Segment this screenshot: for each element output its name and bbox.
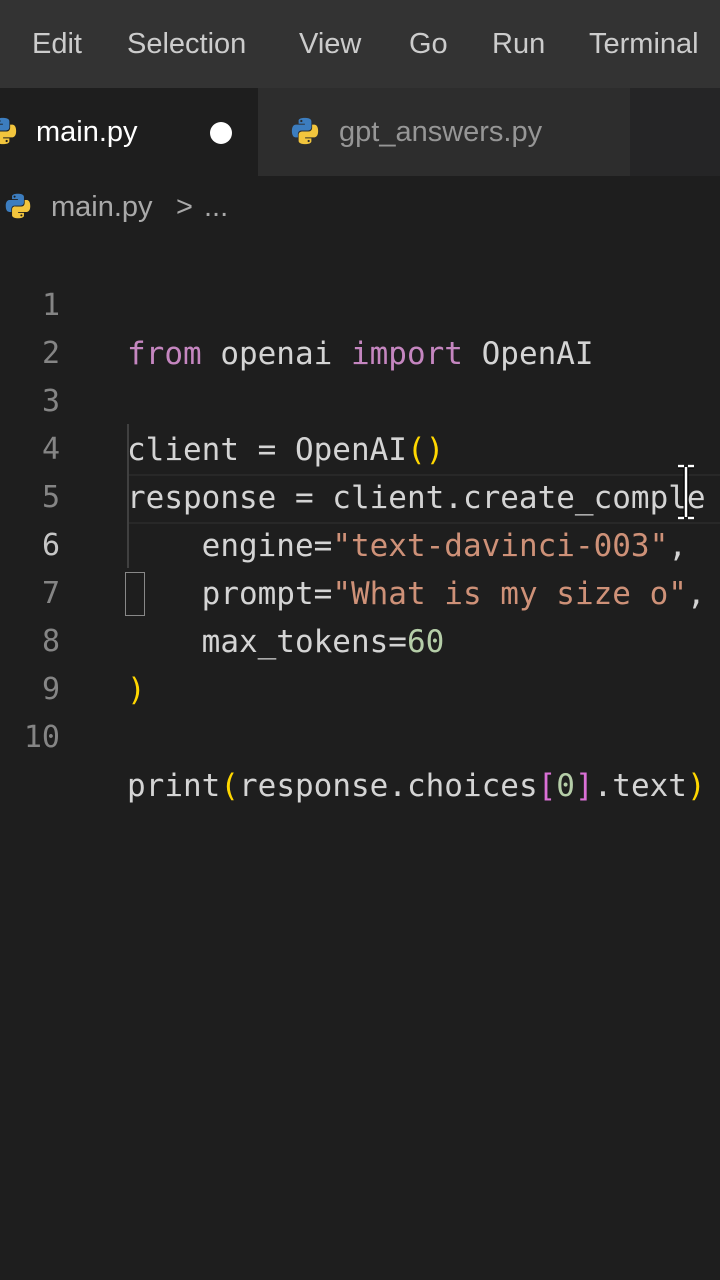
code-line[interactable]: 8 ) [0, 570, 720, 708]
code-line[interactable]: 1 from openai import OpenAI [0, 234, 720, 372]
tab-main-py[interactable]: main.py [0, 88, 258, 176]
menu-bar: Edit Selection View Go Run Terminal [0, 0, 720, 88]
code-text: print(response.choices[0].text) [127, 768, 706, 804]
breadcrumb-more[interactable]: ... [204, 191, 228, 224]
code-line-current[interactable]: 6 prompt="What is my size o", [0, 474, 720, 612]
code-line[interactable]: 3 client = OpenAI() [0, 330, 720, 468]
text-cursor-icon [678, 464, 694, 520]
tab-gpt-answers-py[interactable]: gpt_answers.py [258, 88, 630, 176]
breadcrumb: main.py > ... [0, 176, 720, 238]
code-line[interactable]: 9 [0, 618, 720, 707]
line-number: 10 [23, 720, 60, 755]
code-line[interactable]: 7 max_tokens=60 [0, 522, 720, 660]
code-line[interactable]: 4 response = client.create_comple [0, 378, 720, 516]
menu-selection[interactable]: Selection [127, 0, 246, 88]
code-editor[interactable]: 1 from openai import OpenAI 2 3 client =… [0, 234, 720, 1280]
unsaved-dot-icon[interactable] [210, 122, 232, 144]
menu-go[interactable]: Go [409, 0, 448, 88]
python-icon [291, 117, 319, 145]
breadcrumb-separator-icon: > [176, 190, 193, 223]
code-line[interactable]: 10 print(response.choices[0].text) [0, 666, 720, 804]
code-line[interactable]: 2 [0, 282, 720, 371]
tab-bar: main.py gpt_answers.py [0, 88, 720, 176]
tab-label: gpt_answers.py [339, 115, 543, 148]
python-icon [0, 117, 17, 145]
python-icon [5, 193, 31, 219]
menu-view[interactable]: View [299, 0, 361, 88]
breadcrumb-file[interactable]: main.py [51, 191, 153, 224]
tab-label: main.py [36, 115, 138, 148]
code-line[interactable]: 5 engine="text-davinci-003", [0, 426, 720, 564]
menu-edit[interactable]: Edit [32, 0, 82, 88]
menu-run[interactable]: Run [492, 0, 545, 88]
menu-terminal[interactable]: Terminal [589, 0, 699, 88]
